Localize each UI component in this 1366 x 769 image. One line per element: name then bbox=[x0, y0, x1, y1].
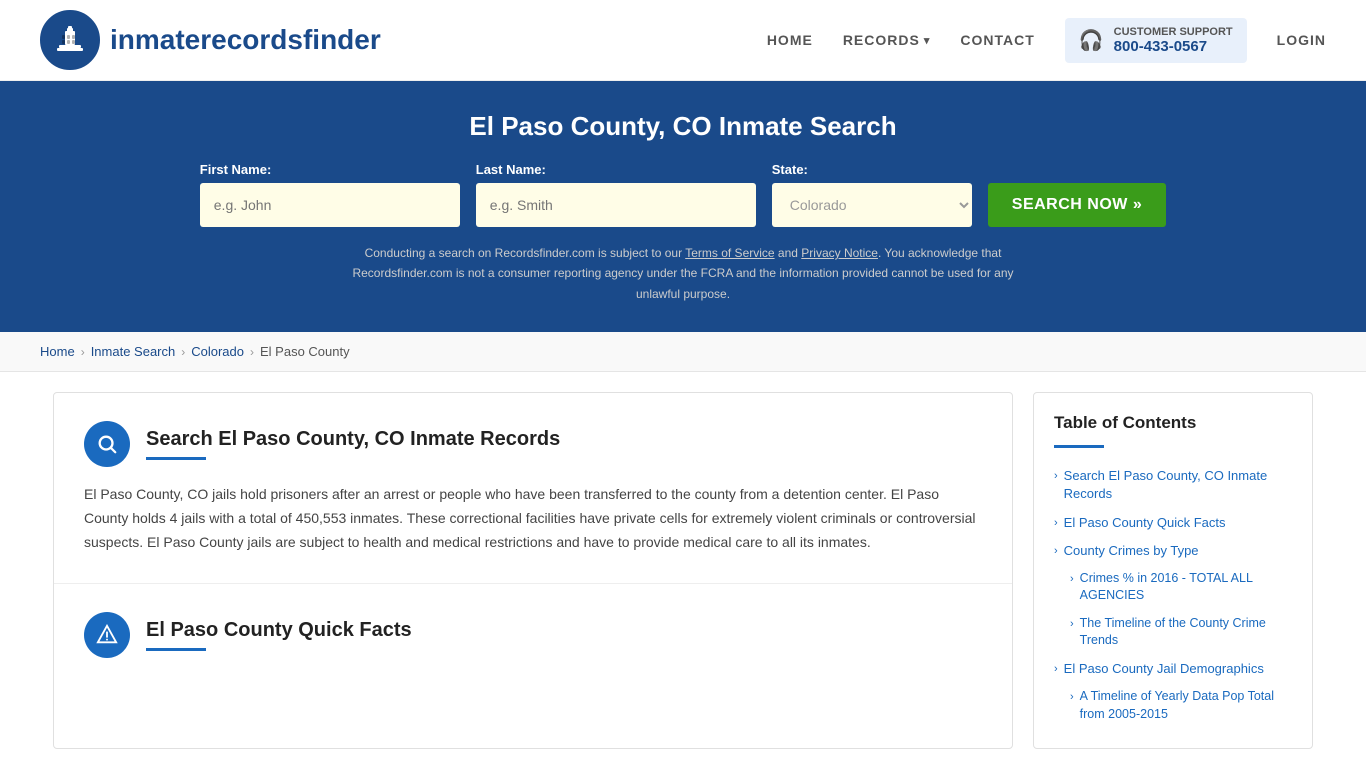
logo-area: inmaterecordsfinder bbox=[40, 10, 381, 70]
section-search-title-block: Search El Paso County, CO Inmate Records bbox=[146, 428, 560, 460]
breadcrumb-inmate-search[interactable]: Inmate Search bbox=[91, 344, 176, 359]
toc-arrow-7: › bbox=[1070, 690, 1074, 705]
section-search-header: Search El Paso County, CO Inmate Records bbox=[84, 421, 982, 467]
toc-arrow-2: › bbox=[1054, 516, 1058, 531]
section-search-underline bbox=[146, 457, 206, 460]
toc-arrow-1: › bbox=[1054, 469, 1058, 484]
first-name-input[interactable] bbox=[200, 183, 460, 227]
main-nav: HOME RECORDS ▾ CONTACT 🎧 CUSTOMER SUPPOR… bbox=[767, 18, 1326, 63]
search-icon-circle bbox=[84, 421, 130, 467]
breadcrumb-sep-2: › bbox=[181, 345, 185, 359]
state-label: State: bbox=[772, 162, 972, 177]
section-quickfacts-header: El Paso County Quick Facts bbox=[84, 612, 982, 658]
hero-banner: El Paso County, CO Inmate Search First N… bbox=[0, 81, 1366, 332]
nav-contact[interactable]: CONTACT bbox=[960, 32, 1034, 48]
toc-item-1: › Search El Paso County, CO Inmate Recor… bbox=[1054, 462, 1292, 508]
toc-box: Table of Contents › Search El Paso Count… bbox=[1033, 392, 1313, 749]
toc-link-5[interactable]: › The Timeline of the County Crime Trend… bbox=[1070, 615, 1292, 650]
section-quickfacts-title-block: El Paso County Quick Facts bbox=[146, 619, 412, 651]
state-group: State: Colorado bbox=[772, 162, 972, 227]
breadcrumb-current: El Paso County bbox=[260, 344, 350, 359]
toc-list: › Search El Paso County, CO Inmate Recor… bbox=[1054, 462, 1292, 728]
support-info: CUSTOMER SUPPORT 800-433-0567 bbox=[1114, 26, 1233, 55]
toc-link-1[interactable]: › Search El Paso County, CO Inmate Recor… bbox=[1054, 467, 1292, 503]
toc-arrow-6: › bbox=[1054, 662, 1058, 677]
toc-arrow-3: › bbox=[1054, 544, 1058, 559]
toc-item-4: › Crimes % in 2016 - TOTAL ALL AGENCIES bbox=[1054, 565, 1292, 610]
nav-home[interactable]: HOME bbox=[767, 32, 813, 48]
toc-link-3[interactable]: › County Crimes by Type bbox=[1054, 542, 1292, 560]
toc-item-7: › A Timeline of Yearly Data Pop Total fr… bbox=[1054, 683, 1292, 728]
section-search-title: Search El Paso County, CO Inmate Records bbox=[146, 428, 560, 451]
toc-item-3: › County Crimes by Type bbox=[1054, 537, 1292, 565]
hero-disclaimer: Conducting a search on Recordsfinder.com… bbox=[333, 243, 1033, 304]
toc-link-2[interactable]: › El Paso County Quick Facts bbox=[1054, 514, 1292, 532]
search-form: First Name: Last Name: State: Colorado S… bbox=[40, 162, 1326, 227]
search-button[interactable]: SEARCH NOW » bbox=[988, 183, 1166, 227]
section-quickfacts-title: El Paso County Quick Facts bbox=[146, 619, 412, 642]
main-content: Search El Paso County, CO Inmate Records… bbox=[33, 372, 1333, 769]
tos-link[interactable]: Terms of Service bbox=[685, 246, 774, 260]
nav-records[interactable]: RECORDS ▾ bbox=[843, 32, 931, 48]
nav-login[interactable]: LOGIN bbox=[1277, 32, 1326, 48]
section-quickfacts-underline bbox=[146, 648, 206, 651]
breadcrumb-home[interactable]: Home bbox=[40, 344, 75, 359]
last-name-input[interactable] bbox=[476, 183, 756, 227]
breadcrumb-sep-3: › bbox=[250, 345, 254, 359]
section-search: Search El Paso County, CO Inmate Records… bbox=[54, 393, 1012, 583]
toc-link-7[interactable]: › A Timeline of Yearly Data Pop Total fr… bbox=[1070, 688, 1292, 723]
first-name-label: First Name: bbox=[200, 162, 460, 177]
content-right: Table of Contents › Search El Paso Count… bbox=[1033, 392, 1313, 749]
toc-item-5: › The Timeline of the County Crime Trend… bbox=[1054, 610, 1292, 655]
site-header: inmaterecordsfinder HOME RECORDS ▾ CONTA… bbox=[0, 0, 1366, 81]
hero-title: El Paso County, CO Inmate Search bbox=[40, 111, 1326, 142]
toc-link-4[interactable]: › Crimes % in 2016 - TOTAL ALL AGENCIES bbox=[1070, 570, 1292, 605]
chevron-down-icon: ▾ bbox=[924, 34, 931, 47]
warning-icon-circle bbox=[84, 612, 130, 658]
breadcrumb-colorado[interactable]: Colorado bbox=[191, 344, 244, 359]
breadcrumb-sep-1: › bbox=[81, 345, 85, 359]
last-name-group: Last Name: bbox=[476, 162, 756, 227]
headset-icon: 🎧 bbox=[1079, 28, 1104, 53]
last-name-label: Last Name: bbox=[476, 162, 756, 177]
toc-arrow-4: › bbox=[1070, 572, 1074, 587]
toc-item-2: › El Paso County Quick Facts bbox=[1054, 509, 1292, 537]
logo-icon bbox=[40, 10, 100, 70]
privacy-link[interactable]: Privacy Notice bbox=[801, 246, 878, 260]
toc-divider bbox=[1054, 445, 1104, 448]
state-select[interactable]: Colorado bbox=[772, 183, 972, 227]
toc-title: Table of Contents bbox=[1054, 413, 1292, 433]
section-quickfacts: El Paso County Quick Facts bbox=[54, 584, 1012, 700]
toc-item-6: › El Paso County Jail Demographics bbox=[1054, 655, 1292, 683]
breadcrumb: Home › Inmate Search › Colorado › El Pas… bbox=[0, 332, 1366, 372]
toc-arrow-5: › bbox=[1070, 617, 1074, 632]
toc-link-6[interactable]: › El Paso County Jail Demographics bbox=[1054, 660, 1292, 678]
content-left: Search El Paso County, CO Inmate Records… bbox=[53, 392, 1013, 749]
first-name-group: First Name: bbox=[200, 162, 460, 227]
section-search-body: El Paso County, CO jails hold prisoners … bbox=[84, 483, 982, 554]
logo-text: inmaterecordsfinder bbox=[110, 24, 381, 56]
customer-support-box: 🎧 CUSTOMER SUPPORT 800-433-0567 bbox=[1065, 18, 1247, 63]
